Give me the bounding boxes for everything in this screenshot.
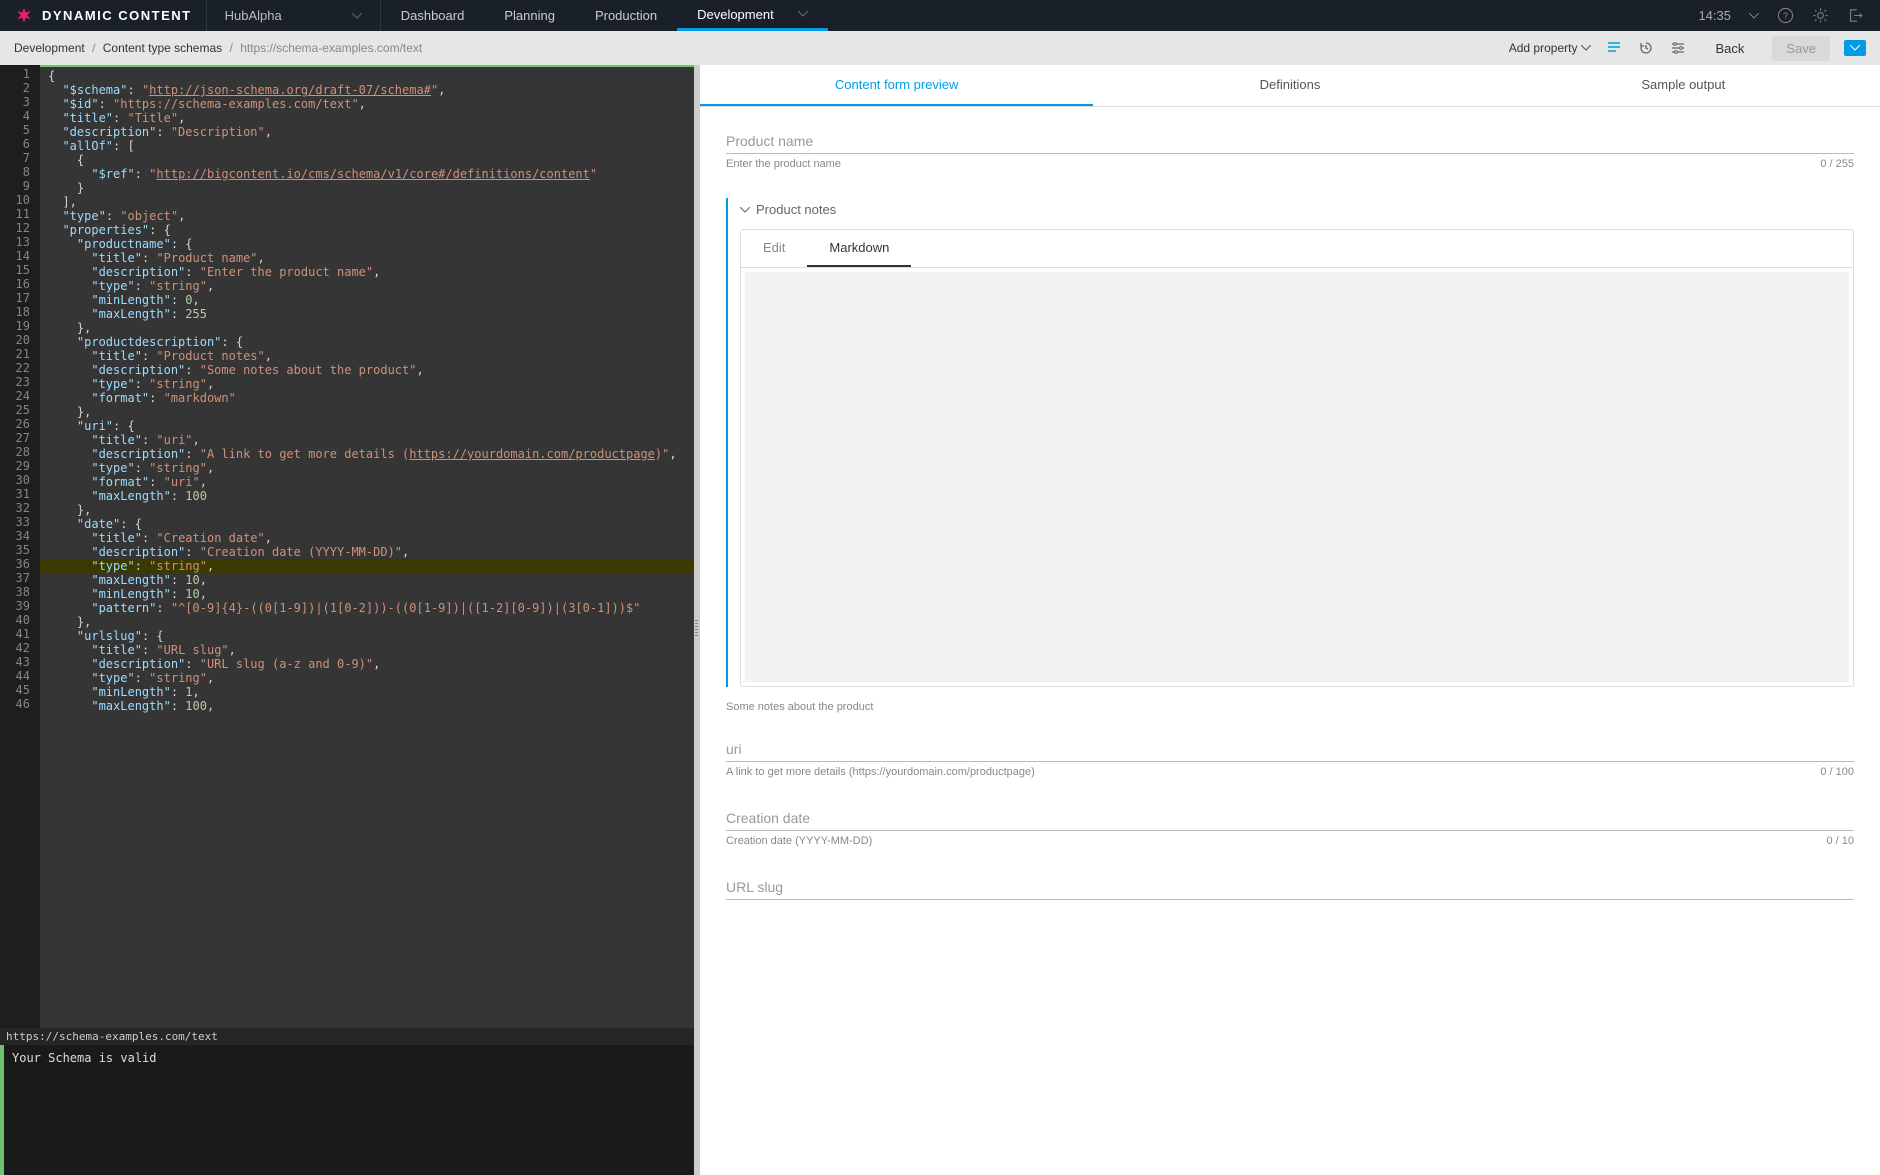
nav-tab-planning[interactable]: Planning bbox=[484, 0, 575, 31]
productname-input[interactable] bbox=[726, 129, 1854, 154]
back-button[interactable]: Back bbox=[1701, 36, 1758, 61]
top-bar: DYNAMIC CONTENT HubAlpha DashboardPlanni… bbox=[0, 0, 1880, 31]
nav-tabs: DashboardPlanningProductionDevelopment bbox=[381, 0, 828, 31]
pane-splitter[interactable] bbox=[694, 65, 700, 1175]
field-counter: 0 / 255 bbox=[1820, 158, 1854, 170]
chevron-down-icon[interactable] bbox=[1749, 13, 1759, 19]
code-editor[interactable]: 1234567891011121314151617181920212223242… bbox=[0, 65, 694, 1028]
field-help: A link to get more details (https://your… bbox=[726, 766, 1035, 778]
editor-pane: 1234567891011121314151617181920212223242… bbox=[0, 65, 694, 1175]
field-counter: 0 / 100 bbox=[1820, 766, 1854, 778]
productdescription-collapse[interactable]: Product notes bbox=[740, 198, 1854, 229]
clock: 14:35 bbox=[1698, 8, 1731, 23]
field-help: Enter the product name bbox=[726, 158, 841, 170]
logo[interactable]: DYNAMIC CONTENT bbox=[0, 6, 206, 26]
help-icon[interactable]: ? bbox=[1777, 7, 1794, 24]
chevron-down-icon bbox=[1581, 45, 1591, 51]
urlslug-input[interactable] bbox=[726, 875, 1854, 900]
svg-text:?: ? bbox=[1783, 11, 1788, 21]
logo-text: DYNAMIC CONTENT bbox=[42, 8, 192, 23]
console-message: Your Schema is valid bbox=[12, 1051, 157, 1065]
status-url: https://schema-examples.com/text bbox=[0, 1028, 694, 1045]
chevron-down-icon bbox=[352, 13, 362, 19]
code-area[interactable]: { "$schema": "http://json-schema.org/dra… bbox=[40, 65, 694, 1028]
uri-input[interactable] bbox=[726, 737, 1854, 762]
nav-tab-development[interactable]: Development bbox=[677, 0, 828, 31]
nav-tab-dashboard[interactable]: Dashboard bbox=[381, 0, 485, 31]
chevron-down-icon bbox=[1850, 45, 1860, 51]
preview-pane: Content form previewDefinitionsSample ou… bbox=[700, 65, 1880, 1175]
format-icon[interactable] bbox=[1605, 39, 1623, 57]
save-button[interactable]: Save bbox=[1772, 36, 1830, 61]
gear-icon[interactable] bbox=[1812, 7, 1829, 24]
breadcrumb: Development / Content type schemas / htt… bbox=[14, 41, 422, 55]
logout-icon[interactable] bbox=[1847, 7, 1864, 24]
preview-tabs: Content form previewDefinitionsSample ou… bbox=[700, 65, 1880, 107]
date-input[interactable] bbox=[726, 806, 1854, 831]
console: Your Schema is valid bbox=[0, 1045, 694, 1175]
field-help: Creation date (YYYY-MM-DD) bbox=[726, 835, 872, 847]
md-tab-edit[interactable]: Edit bbox=[741, 230, 807, 267]
chevron-down-icon bbox=[740, 207, 750, 213]
field-help: Some notes about the product bbox=[726, 701, 1854, 713]
breadcrumb-location: https://schema-examples.com/text bbox=[240, 41, 422, 55]
markdown-editor: EditMarkdown bbox=[740, 229, 1854, 687]
markdown-content[interactable] bbox=[745, 272, 1849, 682]
preview-tab-content-form-preview[interactable]: Content form preview bbox=[700, 65, 1093, 106]
hub-selector[interactable]: HubAlpha bbox=[207, 8, 380, 23]
breadcrumb-part[interactable]: Content type schemas bbox=[103, 41, 222, 55]
chevron-down-icon bbox=[798, 11, 808, 17]
hub-name: HubAlpha bbox=[225, 8, 282, 23]
logo-icon bbox=[14, 6, 34, 26]
history-icon[interactable] bbox=[1637, 39, 1655, 57]
md-tab-markdown[interactable]: Markdown bbox=[807, 230, 911, 267]
field-counter: 0 / 10 bbox=[1826, 835, 1854, 847]
preview-tab-sample-output[interactable]: Sample output bbox=[1487, 65, 1880, 106]
save-dropdown-button[interactable] bbox=[1844, 40, 1866, 56]
breadcrumb-part[interactable]: Development bbox=[14, 41, 85, 55]
add-property-button[interactable]: Add property bbox=[1509, 41, 1592, 55]
sub-bar: Development / Content type schemas / htt… bbox=[0, 31, 1880, 65]
line-gutter: 1234567891011121314151617181920212223242… bbox=[0, 65, 40, 1028]
preview-tab-definitions[interactable]: Definitions bbox=[1093, 65, 1486, 106]
nav-tab-production[interactable]: Production bbox=[575, 0, 677, 31]
settings-icon[interactable] bbox=[1669, 39, 1687, 57]
